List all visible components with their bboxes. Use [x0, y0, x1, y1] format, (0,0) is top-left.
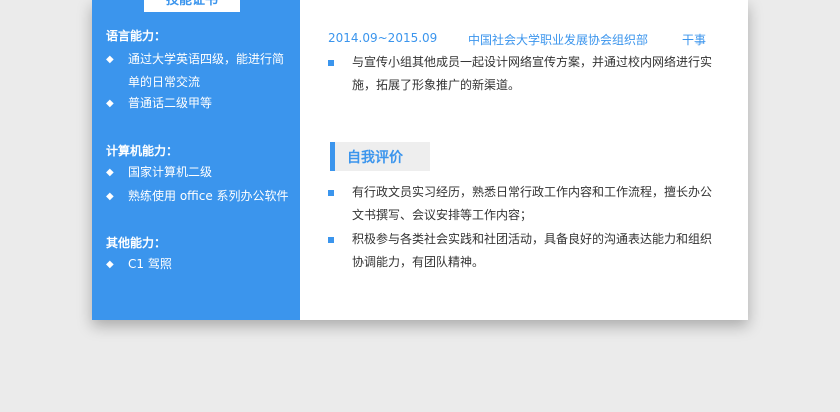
skill-item-text: 国家计算机二级 — [128, 165, 213, 179]
language-skills-title: 语言能力： — [106, 29, 167, 43]
self-evaluation-bullet: 有行政文员实习经历，熟悉日常行政工作内容和工作流程，擅长办公文书撰写、会议安排等… — [328, 181, 714, 227]
bullet-text: 与宣传小组其他成员一起设计网络宣传方案，并通过校内网络进行实施，拓展了形象推广的… — [352, 55, 713, 92]
diamond-bullet-icon: ◆ — [106, 167, 114, 178]
computer-skills-title: 计算机能力： — [106, 144, 179, 158]
self-evaluation-heading: 自我评价 — [330, 142, 430, 171]
other-skills-title: 其他能力： — [106, 236, 167, 250]
diamond-bullet-icon: ◆ — [106, 54, 114, 65]
resume-main-content: 2014.09~2015.09 中国社会大学职业发展协会组织部 干事 与宣传小组… — [300, 0, 748, 320]
skill-item-text: 普通话二级甲等 — [128, 96, 213, 110]
language-skill-item: ◆ 通过大学英语四级，能进行简单的日常交流 — [106, 48, 292, 94]
computer-skill-item: ◆ 熟练使用 office 系列办公软件 — [106, 185, 292, 208]
bullet-text: 积极参与各类社会实践和社团活动，具备良好的沟通表达能力和组织协调能力，有团队精神… — [352, 232, 713, 269]
square-bullet-icon — [328, 60, 334, 66]
skills-section-tab: 技能证书 — [144, 0, 240, 12]
experience-bullet: 与宣传小组其他成员一起设计网络宣传方案，并通过校内网络进行实施，拓展了形象推广的… — [328, 51, 714, 97]
experience-role: 干事 — [681, 33, 706, 47]
resume-page: 技能证书 语言能力： ◆ 通过大学英语四级，能进行简单的日常交流 ◆ 普通话二级… — [92, 0, 748, 320]
skill-item-text: C1 驾照 — [128, 257, 172, 271]
heading-accent-bar — [330, 142, 335, 171]
diamond-bullet-icon: ◆ — [106, 259, 114, 270]
experience-date: 2014.09~2015.09 — [328, 31, 438, 45]
language-skill-item: ◆ 普通话二级甲等 — [106, 92, 292, 115]
square-bullet-icon — [328, 190, 334, 196]
diamond-bullet-icon: ◆ — [106, 98, 114, 109]
resume-sidebar: 技能证书 语言能力： ◆ 通过大学英语四级，能进行简单的日常交流 ◆ 普通话二级… — [92, 0, 300, 320]
skill-item-text: 通过大学英语四级，能进行简单的日常交流 — [128, 52, 285, 89]
self-evaluation-title: 自我评价 — [347, 150, 403, 166]
computer-skill-item: ◆ 国家计算机二级 — [106, 161, 292, 184]
self-evaluation-bullet: 积极参与各类社会实践和社团活动，具备良好的沟通表达能力和组织协调能力，有团队精神… — [328, 228, 714, 274]
other-skill-item: ◆ C1 驾照 — [106, 253, 292, 276]
diamond-bullet-icon: ◆ — [106, 191, 114, 202]
experience-organization: 中国社会大学职业发展协会组织部 — [468, 33, 649, 47]
bullet-text: 有行政文员实习经历，熟悉日常行政工作内容和工作流程，擅长办公文书撰写、会议安排等… — [352, 185, 713, 222]
experience-header: 2014.09~2015.09 中国社会大学职业发展协会组织部 干事 — [328, 31, 706, 49]
square-bullet-icon — [328, 237, 334, 243]
skill-item-text: 熟练使用 office 系列办公软件 — [128, 189, 289, 203]
